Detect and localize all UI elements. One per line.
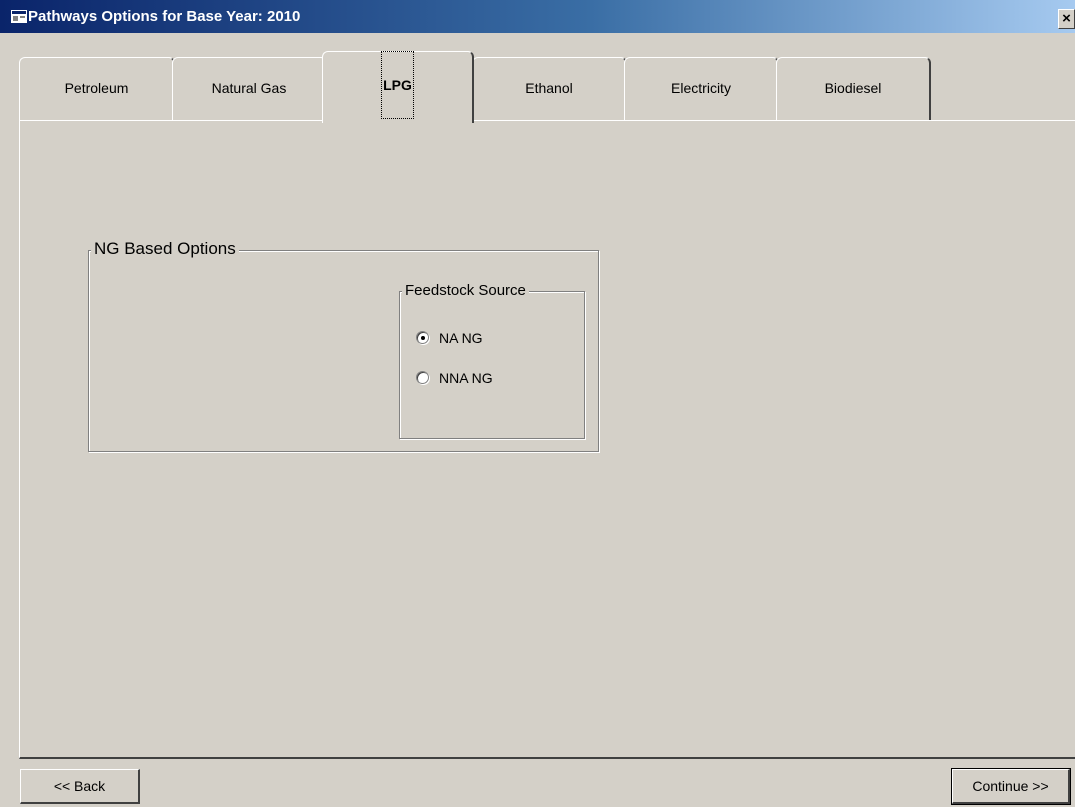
radio-na-ng[interactable]: NA NG — [416, 330, 556, 348]
tab-label: Petroleum — [64, 80, 129, 96]
tab-natural-gas[interactable]: Natural Gas — [172, 57, 327, 120]
feedstock-source-title: Feedstock Source — [402, 282, 529, 299]
window-title: Pathways Options for Base Year: 2010 — [28, 8, 301, 25]
tab-electricity[interactable]: Electricity — [624, 57, 779, 120]
continue-button-label: Continue >> — [972, 778, 1049, 794]
radio-button-unchecked — [416, 371, 429, 384]
ng-based-options-group: NG Based Options Feedstock Source NA NG … — [88, 239, 599, 452]
close-button[interactable]: × — [1058, 9, 1075, 29]
tab-petroleum[interactable]: Petroleum — [19, 57, 175, 120]
tab-strip: Petroleum Natural Gas Ethanol Electricit… — [0, 33, 1075, 123]
radio-nna-ng[interactable]: NNA NG — [416, 370, 556, 388]
radio-button-checked — [416, 331, 429, 344]
tab-lpg[interactable]: LPG — [322, 51, 474, 123]
back-button-label: << Back — [53, 778, 106, 794]
tab-label: LPG — [381, 51, 414, 119]
back-button[interactable]: << Back — [20, 769, 140, 804]
app-icon — [11, 10, 27, 23]
tab-ethanol[interactable]: Ethanol — [472, 57, 627, 120]
title-bar: Pathways Options for Base Year: 2010 × — [0, 0, 1075, 33]
tab-label: Ethanol — [525, 80, 573, 96]
continue-button[interactable]: Continue >> — [951, 768, 1071, 805]
tab-label: Biodiesel — [824, 80, 882, 96]
tab-label: Electricity — [671, 80, 731, 96]
feedstock-source-group: Feedstock Source NA NG NNA NG — [399, 282, 585, 439]
tab-panel: NG Based Options Feedstock Source NA NG … — [19, 120, 1075, 759]
close-icon: × — [1062, 10, 1071, 27]
ng-based-options-title: NG Based Options — [91, 239, 239, 259]
radio-label: NA NG — [439, 330, 483, 346]
radio-label: NNA NG — [439, 370, 493, 386]
radio-dot-icon — [421, 336, 425, 340]
tab-biodiesel[interactable]: Biodiesel — [776, 57, 931, 120]
tab-label: Natural Gas — [211, 80, 287, 96]
